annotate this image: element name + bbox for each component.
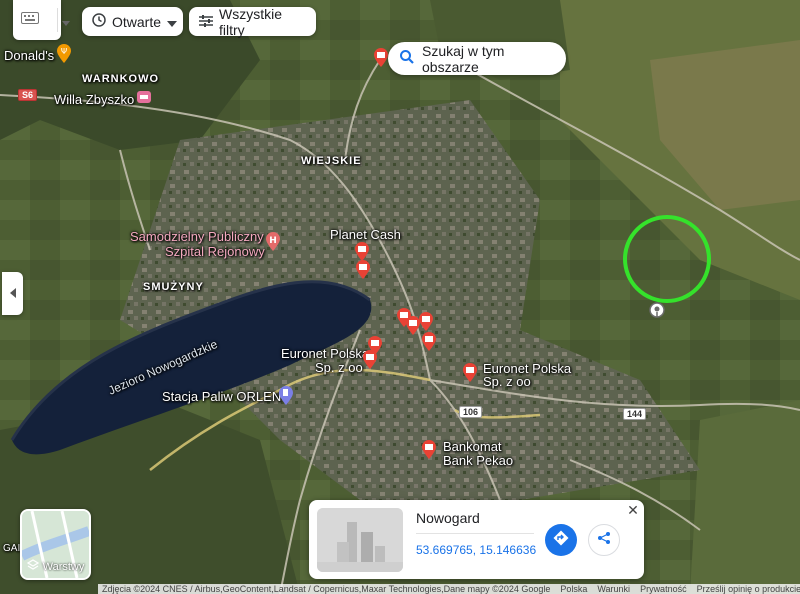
share-button[interactable] xyxy=(588,524,620,556)
label-euronet-2-line2[interactable]: Sp. z oo xyxy=(483,375,531,389)
layers-label: Warstwy xyxy=(42,560,85,573)
close-icon[interactable]: ✕ xyxy=(626,503,640,517)
attribution-bar: Zdjęcia ©2024 CNES / Airbus,GeoContent,L… xyxy=(98,584,800,594)
search-icon xyxy=(400,50,414,67)
road-shield-106: 106 xyxy=(459,406,483,418)
terms-link[interactable]: Warunki xyxy=(597,584,630,594)
all-filters-label: Wszystkie filtry xyxy=(219,5,282,38)
privacy-link[interactable]: Prywatność xyxy=(640,584,687,594)
atm-pin-icon[interactable] xyxy=(354,242,370,262)
place-title: Nowogard xyxy=(416,510,480,526)
collapse-side-panel-button[interactable] xyxy=(2,272,23,315)
divider xyxy=(57,8,58,32)
chevron-down-icon xyxy=(167,14,178,30)
layers-button[interactable]: Warstwy xyxy=(20,509,91,580)
share-icon xyxy=(597,531,611,550)
label-euronet-1-line1[interactable]: Euronet Polska xyxy=(281,347,369,361)
hospital-pin-icon[interactable]: H xyxy=(265,232,281,252)
atm-pin-icon[interactable] xyxy=(421,332,437,352)
label-warnkowo: WARNKOWO xyxy=(82,73,160,85)
fuel-pin-icon[interactable] xyxy=(278,386,294,406)
region-link[interactable]: Polska xyxy=(560,584,587,594)
label-mcdonalds[interactable]: Donald's xyxy=(4,49,54,63)
atm-pin-icon[interactable] xyxy=(373,48,389,68)
food-pin-icon[interactable]: Ψ xyxy=(56,44,72,64)
label-willa-zbyszko[interactable]: Willa Zbyszko xyxy=(54,93,134,107)
road-shield-144: 144 xyxy=(623,408,647,420)
hotel-pin-icon[interactable] xyxy=(136,90,152,110)
keyboard-icon xyxy=(21,11,39,29)
label-hospital-line2[interactable]: Szpital Rejonowy xyxy=(165,245,265,259)
divider xyxy=(416,533,534,534)
search-this-area-label: Szukaj w tym obszarze xyxy=(422,42,505,75)
all-filters-chip[interactable]: Wszystkie filtry xyxy=(189,5,316,38)
tune-icon xyxy=(199,14,213,30)
label-orlen[interactable]: Stacja Paliw ORLEN xyxy=(162,390,281,404)
svg-text:Ψ: Ψ xyxy=(61,47,67,56)
chevron-down-icon[interactable] xyxy=(62,14,70,32)
clock-icon xyxy=(92,13,106,30)
directions-button[interactable] xyxy=(545,524,577,556)
label-pekao-line2[interactable]: Bank Pekao xyxy=(443,454,513,468)
feedback-link[interactable]: Prześlij opinię o produkcie xyxy=(697,584,800,594)
atm-pin-icon[interactable] xyxy=(418,312,434,332)
place-info-card[interactable]: Nowogard 53.669765, 15.146636 ✕ xyxy=(309,500,644,579)
keyboard-toggle-button[interactable] xyxy=(13,0,70,40)
label-planet-cash[interactable]: Planet Cash xyxy=(330,228,401,242)
label-wiejskie: WIEJSKIE xyxy=(301,155,362,167)
directions-icon xyxy=(553,530,569,551)
place-photo-placeholder[interactable] xyxy=(317,508,403,572)
open-now-label: Otwarte xyxy=(112,13,162,30)
road-shield-s6: S6 xyxy=(18,89,38,101)
atm-pin-icon[interactable] xyxy=(362,350,378,370)
svg-text:H: H xyxy=(269,236,277,246)
atm-pin-icon[interactable] xyxy=(355,260,371,280)
label-euronet-1-line2[interactable]: Sp. z oo xyxy=(315,361,363,375)
layers-icon xyxy=(26,559,39,574)
label-pekao-line1[interactable]: Bankomat xyxy=(443,440,502,454)
label-hospital-line1[interactable]: Samodzielny Publiczny xyxy=(130,230,264,244)
imagery-credits: Zdjęcia ©2024 CNES / Airbus,GeoContent,L… xyxy=(102,584,551,594)
chevron-left-icon xyxy=(9,285,16,303)
atm-pin-icon[interactable] xyxy=(462,363,478,383)
dropped-pin-icon[interactable] xyxy=(649,302,665,322)
open-now-filter-chip[interactable]: Otwarte xyxy=(82,7,183,36)
place-coordinates[interactable]: 53.669765, 15.146636 xyxy=(416,543,536,557)
search-this-area-button[interactable]: Szukaj w tym obszarze xyxy=(388,42,566,75)
atm-pin-icon[interactable] xyxy=(421,440,437,460)
label-smuzyny: SMUŻYNY xyxy=(143,281,204,293)
label-gai: GAI xyxy=(3,543,21,554)
